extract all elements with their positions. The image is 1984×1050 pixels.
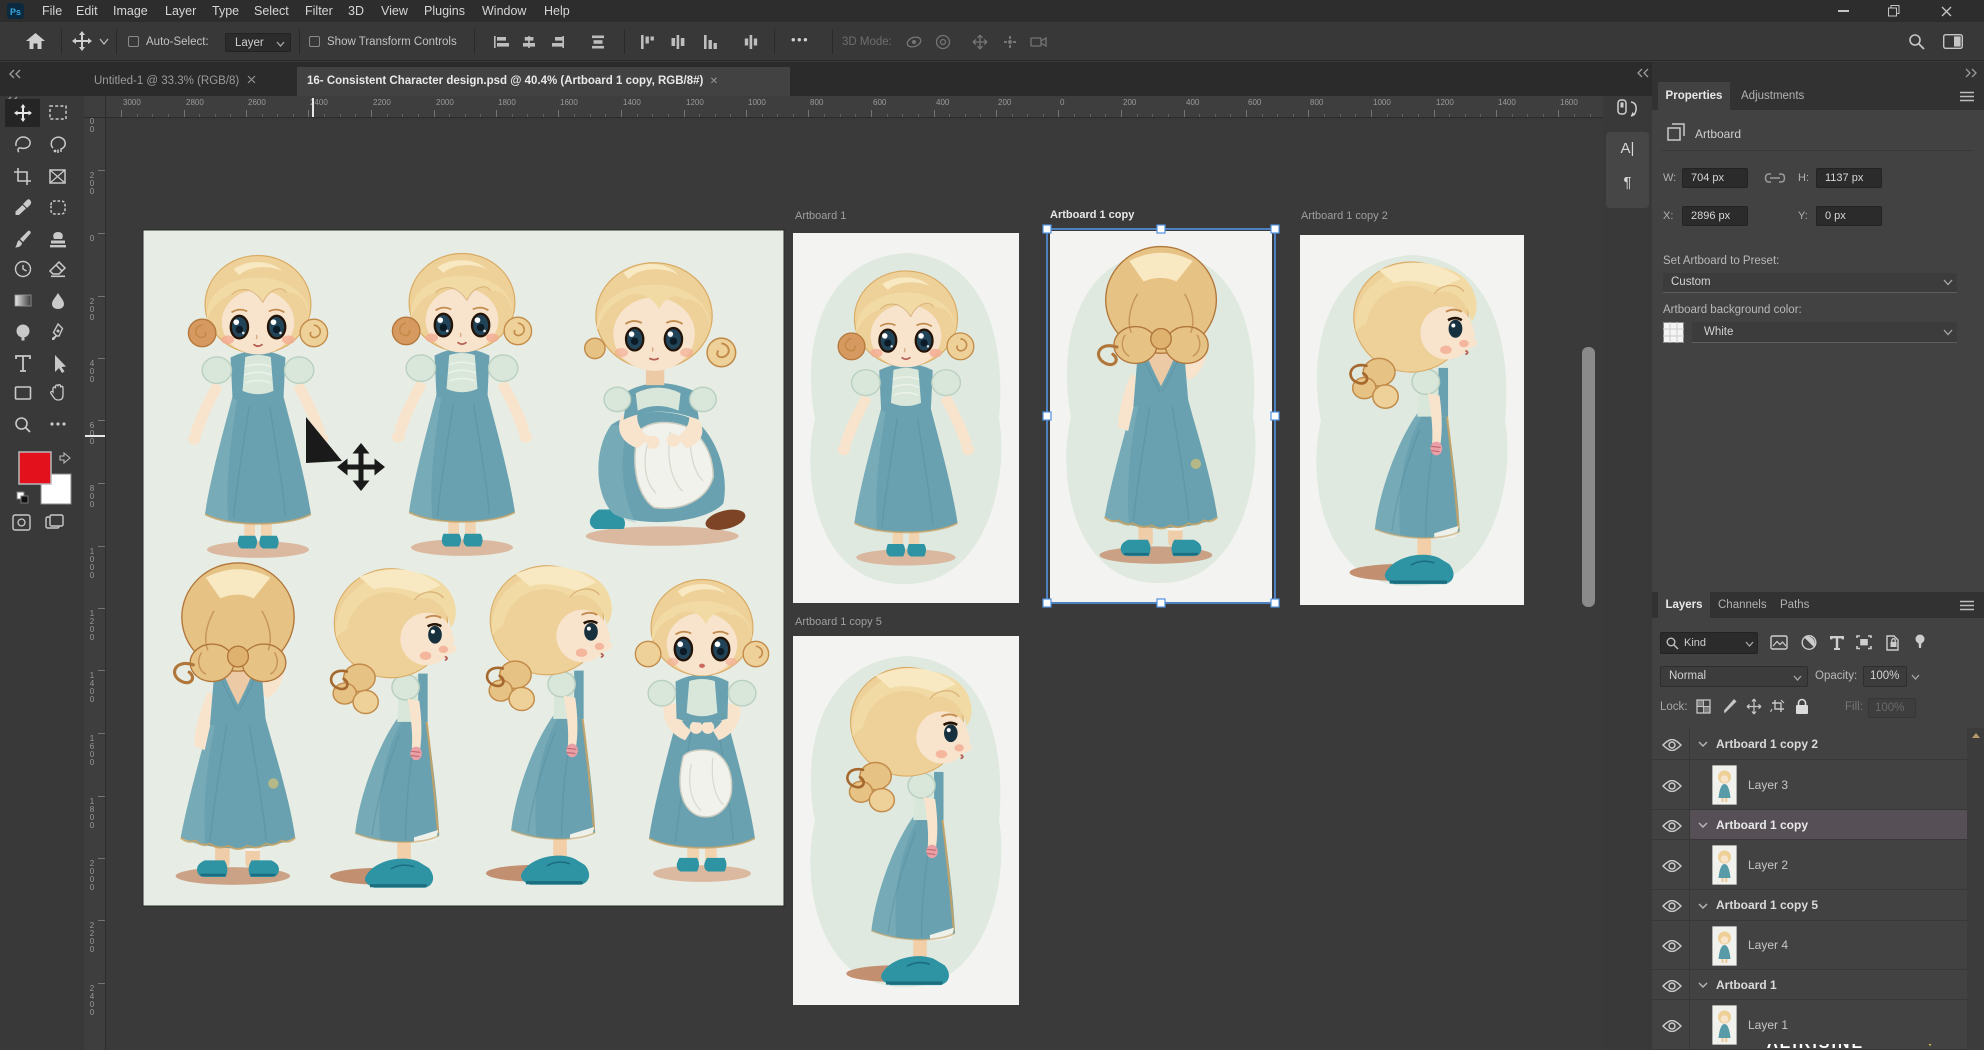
svg-text:Ps: Ps bbox=[10, 7, 21, 17]
